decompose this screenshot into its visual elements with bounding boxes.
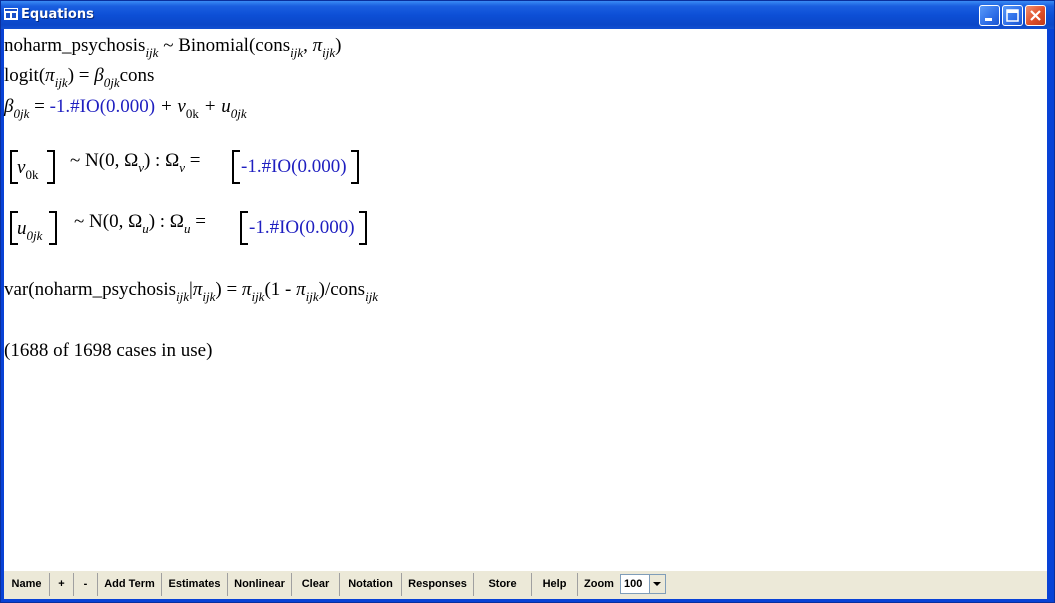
pi-symbol: π bbox=[312, 35, 323, 56]
u-term[interactable]: + u bbox=[199, 96, 231, 117]
v-term[interactable]: + v bbox=[155, 96, 186, 117]
separator: ) : Ω bbox=[143, 150, 180, 171]
subscript: 0jk bbox=[26, 228, 43, 243]
distribution-text[interactable]: ~ Binomial(cons bbox=[163, 35, 290, 56]
equations-area[interactable]: noharm_psychosisijk ~ Binomial(consijk, … bbox=[4, 29, 1047, 570]
variance-text: var(noharm_psychosis bbox=[4, 279, 177, 300]
close-icon bbox=[1030, 10, 1041, 21]
subscript: ijk bbox=[202, 289, 216, 304]
subscript: ijk bbox=[322, 45, 336, 60]
v-distribution[interactable]: ~ N(0, Ωv) : Ωv = bbox=[70, 150, 201, 175]
name-button[interactable]: Name bbox=[4, 573, 50, 596]
subscript: v bbox=[179, 160, 185, 175]
window-border bbox=[1047, 29, 1053, 598]
separator: , bbox=[303, 35, 313, 56]
right-bracket bbox=[47, 150, 55, 184]
fixed-estimate[interactable]: -1.#IO(0.000) bbox=[50, 96, 156, 117]
equals: ) = bbox=[215, 279, 242, 300]
maximize-button[interactable] bbox=[1002, 5, 1023, 26]
beta-definition-line[interactable]: β0jk = -1.#IO(0.000) + v0k + u0jk bbox=[4, 96, 247, 121]
v-vector[interactable]: v0k bbox=[17, 157, 39, 182]
left-bracket bbox=[240, 211, 248, 245]
equals: = bbox=[190, 211, 206, 232]
maximize-icon bbox=[1006, 9, 1019, 22]
title-bar[interactable]: Equations bbox=[1, 1, 1054, 29]
right-bracket bbox=[351, 150, 359, 184]
response-distribution-line[interactable]: noharm_psychosisijk ~ Binomial(consijk, … bbox=[4, 35, 342, 60]
left-bracket bbox=[232, 150, 240, 184]
close-button[interactable] bbox=[1025, 5, 1046, 26]
response-variable[interactable]: noharm_psychosis bbox=[4, 35, 145, 56]
omega-v-estimate[interactable]: -1.#IO(0.000) bbox=[241, 156, 347, 178]
right-bracket bbox=[49, 211, 57, 245]
equations-toolbar: Name + - Add Term Estimates Nonlinear Cl… bbox=[4, 570, 1047, 599]
pi-symbol: π bbox=[192, 279, 203, 300]
distribution-text: ~ N(0, Ω bbox=[74, 211, 143, 232]
minimize-button[interactable] bbox=[979, 5, 1000, 26]
beta-symbol: β bbox=[94, 65, 104, 86]
nonlinear-button[interactable]: Nonlinear bbox=[228, 573, 292, 596]
equals: = bbox=[185, 150, 201, 171]
right-bracket bbox=[359, 211, 367, 245]
zoom-value: 100 bbox=[624, 578, 643, 590]
zoom-select[interactable]: 100 bbox=[620, 574, 666, 594]
app-icon bbox=[4, 8, 18, 20]
u-symbol: u bbox=[17, 218, 27, 239]
clear-button[interactable]: Clear bbox=[292, 573, 340, 596]
minimize-icon bbox=[985, 18, 992, 21]
logit-text: logit( bbox=[4, 65, 46, 86]
subscript: 0jk bbox=[13, 106, 30, 121]
link-function-line[interactable]: logit(πijk) = β0jkcons bbox=[4, 65, 155, 90]
estimates-button[interactable]: Estimates bbox=[162, 573, 228, 596]
help-button[interactable]: Help bbox=[532, 573, 578, 596]
plus-button[interactable]: + bbox=[50, 573, 74, 596]
pi-symbol: π bbox=[296, 279, 306, 300]
omega-u-estimate[interactable]: -1.#IO(0.000) bbox=[249, 217, 355, 239]
subscript: 0jk bbox=[103, 75, 120, 90]
subscript: v bbox=[138, 160, 144, 175]
variance-middle: (1 - bbox=[264, 279, 297, 300]
equals: ) = bbox=[67, 65, 95, 86]
cons-term[interactable]: cons bbox=[120, 65, 155, 86]
subscript: ijk bbox=[176, 289, 190, 304]
notation-button[interactable]: Notation bbox=[340, 573, 402, 596]
variance-line[interactable]: var(noharm_psychosisijk|πijk) = πijk(1 -… bbox=[4, 279, 379, 304]
equals: = bbox=[29, 96, 50, 117]
u-vector[interactable]: u0jk bbox=[17, 218, 43, 243]
subscript: 0jk bbox=[230, 106, 247, 121]
subscript: u bbox=[183, 221, 191, 236]
subscript: 0k bbox=[25, 167, 39, 182]
store-button[interactable]: Store bbox=[474, 573, 532, 596]
subscript: ijk bbox=[251, 289, 265, 304]
subscript: ijk bbox=[145, 45, 159, 60]
zoom-label: Zoom bbox=[584, 578, 614, 590]
paren: ) bbox=[335, 35, 342, 56]
subscript: ijk bbox=[54, 75, 68, 90]
responses-button[interactable]: Responses bbox=[402, 573, 474, 596]
subscript: ijk bbox=[365, 289, 379, 304]
add-term-button[interactable]: Add Term bbox=[98, 573, 162, 596]
u-distribution[interactable]: ~ N(0, Ωu) : Ωu = bbox=[74, 211, 206, 236]
subscript: ijk bbox=[290, 45, 304, 60]
separator: ) : Ω bbox=[148, 211, 184, 232]
minus-button[interactable]: - bbox=[74, 573, 98, 596]
subscript: ijk bbox=[305, 289, 319, 304]
chevron-down-icon[interactable] bbox=[649, 575, 665, 593]
cases-in-use: (1688 of 1698 cases in use) bbox=[4, 340, 213, 361]
equations-window: Equations noharm_psychosisijk ~ Binomial… bbox=[0, 0, 1055, 603]
window-title: Equations bbox=[21, 7, 94, 22]
pi-symbol: π bbox=[45, 65, 55, 86]
distribution-text: ~ N(0, Ω bbox=[70, 150, 139, 171]
variance-end: )/cons bbox=[318, 279, 366, 300]
subscript: u bbox=[142, 221, 149, 236]
subscript: 0k bbox=[185, 106, 199, 121]
